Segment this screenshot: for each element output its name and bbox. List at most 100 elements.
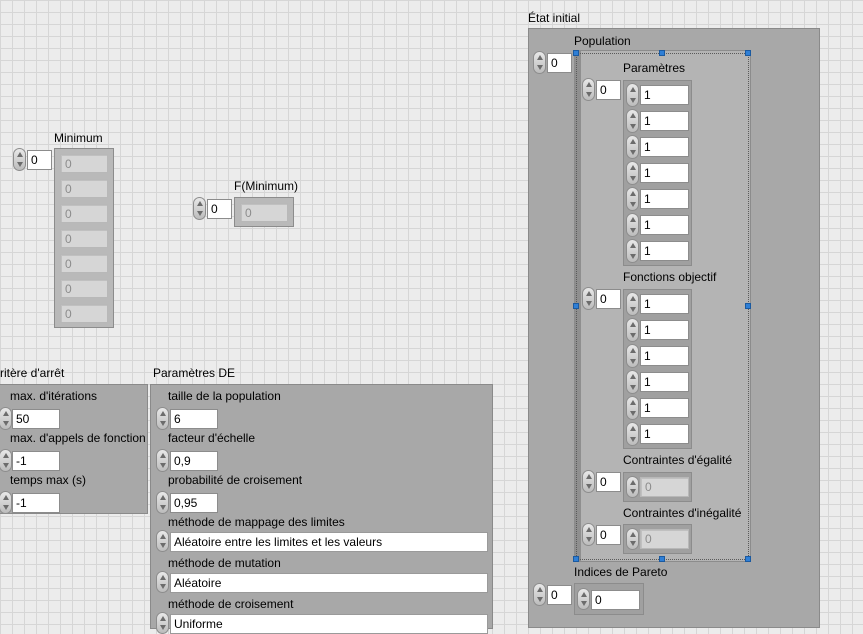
critere-field-label: max. d'appels de fonction xyxy=(10,431,146,445)
parametres-value-spinner[interactable] xyxy=(626,187,639,211)
parametres-value-spinner[interactable] xyxy=(626,213,639,237)
parametres-de-field-input[interactable]: 0,95 xyxy=(170,493,218,513)
population-index-spinner[interactable] xyxy=(533,51,546,74)
minimum-index-field[interactable]: 0 xyxy=(27,150,52,170)
parametres-value[interactable]: 1 xyxy=(640,137,689,157)
contraintes-inegalite-index-spinner[interactable] xyxy=(582,523,595,546)
pareto-value-spinner[interactable] xyxy=(577,588,590,610)
fonctions-objectif-value-spinner[interactable] xyxy=(626,318,639,342)
contraintes-egalite-index-field[interactable]: 0 xyxy=(596,472,621,492)
fonctions-objectif-value[interactable]: 1 xyxy=(640,398,689,418)
parametres-value[interactable]: 1 xyxy=(640,189,689,209)
f-minimum-array: 0 xyxy=(234,197,294,227)
f-minimum-value: 0 xyxy=(240,203,288,222)
critere-label: ritère d'arrêt xyxy=(0,366,65,380)
parametres-value-spinner[interactable] xyxy=(626,239,639,263)
parametres-label: Paramètres xyxy=(623,61,686,75)
parametres-de-field-input[interactable]: 0,9 xyxy=(170,451,218,471)
resize-handle[interactable] xyxy=(745,556,751,562)
critere-field-spinner[interactable] xyxy=(0,449,12,472)
minimum-value: 0 xyxy=(60,279,108,298)
fonctions-objectif-value-spinner[interactable] xyxy=(626,292,639,316)
minimum-value: 0 xyxy=(60,254,108,273)
fonctions-objectif-array: 1 1 1 1 1 1 xyxy=(623,289,692,449)
contraintes-egalite-array: 0 xyxy=(623,472,692,502)
contraintes-egalite-value-spinner[interactable] xyxy=(626,476,639,498)
parametres-index-field[interactable]: 0 xyxy=(596,80,621,100)
minimum-index-spinner[interactable] xyxy=(13,148,26,171)
parametres-de-enum-spinner[interactable] xyxy=(156,571,169,593)
minimum-value: 0 xyxy=(60,229,108,248)
fonctions-objectif-value[interactable]: 1 xyxy=(640,424,689,444)
pareto-value[interactable]: 0 xyxy=(591,590,640,610)
parametres-value[interactable]: 1 xyxy=(640,215,689,235)
resize-handle[interactable] xyxy=(573,556,579,562)
parametres-de-field-spinner[interactable] xyxy=(156,491,169,514)
parametres-de-enum-value[interactable]: Aléatoire entre les limites et les valeu… xyxy=(170,532,488,552)
contraintes-inegalite-value: 0 xyxy=(640,529,689,549)
minimum-value: 0 xyxy=(60,154,108,173)
critere-field-input[interactable]: 50 xyxy=(12,409,60,429)
parametres-value-spinner[interactable] xyxy=(626,161,639,185)
minimum-value: 0 xyxy=(60,204,108,223)
fonctions-objectif-value-spinner[interactable] xyxy=(626,370,639,394)
resize-handle[interactable] xyxy=(573,303,579,309)
parametres-de-enum-spinner[interactable] xyxy=(156,612,169,634)
parametres-value[interactable]: 1 xyxy=(640,163,689,183)
fonctions-objectif-index-spinner[interactable] xyxy=(582,287,595,310)
resize-handle[interactable] xyxy=(745,50,751,56)
minimum-array: 0 0 0 0 0 0 0 xyxy=(54,148,114,328)
f-minimum-index-spinner[interactable] xyxy=(193,197,206,220)
fonctions-objectif-value[interactable]: 1 xyxy=(640,294,689,314)
resize-handle[interactable] xyxy=(745,303,751,309)
fonctions-objectif-value-spinner[interactable] xyxy=(626,396,639,420)
contraintes-egalite-index-spinner[interactable] xyxy=(582,470,595,493)
population-index-field[interactable]: 0 xyxy=(547,53,572,73)
parametres-value-spinner[interactable] xyxy=(626,109,639,133)
parametres-value[interactable]: 1 xyxy=(640,85,689,105)
fonctions-objectif-label: Fonctions objectif xyxy=(623,270,717,284)
critere-cluster: max. d'itérations 50 max. d'appels de fonc… xyxy=(0,384,148,514)
parametres-value-spinner[interactable] xyxy=(626,135,639,159)
parametres-de-field-input[interactable]: 6 xyxy=(170,409,218,429)
critere-field-input[interactable]: -1 xyxy=(12,451,60,471)
f-minimum-index-field[interactable]: 0 xyxy=(207,199,232,219)
fonctions-objectif-value[interactable]: 1 xyxy=(640,372,689,392)
parametres-de-field-label: facteur d'échelle xyxy=(168,431,256,445)
population-label: Population xyxy=(574,34,631,48)
critere-field-spinner[interactable] xyxy=(0,491,12,514)
parametres-value-spinner[interactable] xyxy=(626,83,639,107)
fonctions-objectif-value-spinner[interactable] xyxy=(626,422,639,446)
parametres-value[interactable]: 1 xyxy=(640,241,689,261)
contraintes-inegalite-index-field[interactable]: 0 xyxy=(596,525,621,545)
resize-handle[interactable] xyxy=(659,556,665,562)
critere-field-input[interactable]: -1 xyxy=(12,493,60,513)
parametres-de-field-spinner[interactable] xyxy=(156,449,169,472)
parametres-value[interactable]: 1 xyxy=(640,111,689,131)
parametres-de-enum-value[interactable]: Aléatoire xyxy=(170,573,488,593)
contraintes-inegalite-label: Contraintes d'inégalité xyxy=(623,506,742,520)
pareto-array: 0 xyxy=(574,583,644,615)
pareto-index-field[interactable]: 0 xyxy=(547,585,572,605)
critere-field-label: temps max (s) xyxy=(10,473,87,487)
fonctions-objectif-value[interactable]: 1 xyxy=(640,346,689,366)
contraintes-inegalite-array: 0 xyxy=(623,524,692,554)
parametres-de-field-spinner[interactable] xyxy=(156,407,169,430)
parametres-de-enum-label: méthode de mappage des limites xyxy=(168,515,345,529)
resize-handle[interactable] xyxy=(573,50,579,56)
critere-field-spinner[interactable] xyxy=(0,407,12,430)
parametres-index-spinner[interactable] xyxy=(582,78,595,101)
fonctions-objectif-value-spinner[interactable] xyxy=(626,344,639,368)
resize-handle[interactable] xyxy=(659,50,665,56)
contraintes-inegalite-value-spinner[interactable] xyxy=(626,528,639,550)
fonctions-objectif-index-field[interactable]: 0 xyxy=(596,289,621,309)
etat-initial-label: État initial xyxy=(528,11,581,25)
pareto-index-spinner[interactable] xyxy=(533,583,546,606)
critere-field-label: max. d'itérations xyxy=(10,389,97,403)
fonctions-objectif-value[interactable]: 1 xyxy=(640,320,689,340)
f-minimum-label: F(Minimum) xyxy=(234,179,298,193)
parametres-de-cluster: taille de la population 6 facteur d'échell… xyxy=(150,384,493,634)
parametres-de-enum-value[interactable]: Uniforme xyxy=(170,614,488,634)
contraintes-egalite-label: Contraintes d'égalité xyxy=(623,453,733,467)
parametres-de-enum-spinner[interactable] xyxy=(156,530,169,552)
